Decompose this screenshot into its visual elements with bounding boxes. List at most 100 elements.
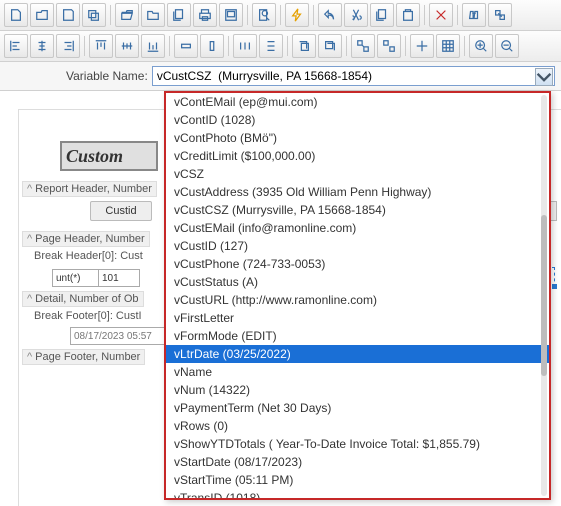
dropdown-item[interactable]: vName: [166, 363, 549, 381]
dropdown-item[interactable]: vCustURL (http://www.ramonline.com): [166, 291, 549, 309]
new-button[interactable]: [4, 3, 28, 27]
print-button[interactable]: [193, 3, 217, 27]
field-date[interactable]: 08/17/2023 05:57: [70, 327, 168, 345]
snap-button[interactable]: [410, 34, 434, 58]
band-break-header[interactable]: Break Header[0]: Cust: [30, 249, 147, 263]
dropdown-item[interactable]: vCustPhone (724-733-0053): [166, 255, 549, 273]
band-detail[interactable]: ^Detail, Number of Ob: [22, 291, 144, 307]
dropdown-item[interactable]: vContID (1028): [166, 111, 549, 129]
align-center-icon: [35, 39, 49, 53]
dropdown-item[interactable]: vFirstLetter: [166, 309, 549, 327]
find-doc-icon: [257, 8, 271, 22]
clone-button[interactable]: [167, 3, 191, 27]
align-center-button[interactable]: [30, 34, 54, 58]
dropdown-item[interactable]: vPaymentTerm (Net 30 Days): [166, 399, 549, 417]
dropdown-item[interactable]: vCustAddress (3935 Old William Penn High…: [166, 183, 549, 201]
same-height-button[interactable]: [200, 34, 224, 58]
grid-button[interactable]: [436, 34, 460, 58]
align-bottom-button[interactable]: [141, 34, 165, 58]
band-break-footer[interactable]: Break Footer[0]: CustI: [30, 309, 146, 323]
variable-name-label: Variable Name:: [6, 69, 148, 83]
replace-icon: [493, 8, 507, 22]
preview-icon: [224, 8, 238, 22]
variable-name-field: [152, 66, 555, 86]
send-back-button[interactable]: [318, 34, 342, 58]
same-width-button[interactable]: [174, 34, 198, 58]
copy-button[interactable]: [370, 3, 394, 27]
dropdown-item[interactable]: vFormMode (EDIT): [166, 327, 549, 345]
dist-h-icon: [238, 39, 252, 53]
align-top-icon: [94, 39, 108, 53]
band-page-header[interactable]: ^Page Header, Number: [22, 231, 150, 247]
zoom-out-button[interactable]: [495, 34, 519, 58]
toolbar-separator: [287, 36, 288, 56]
column-header-custid[interactable]: Custid: [90, 201, 152, 221]
save-all-button[interactable]: [82, 3, 106, 27]
toolbar-separator: [346, 36, 347, 56]
dropdown-item[interactable]: vCustEMail (info@ramonline.com): [166, 219, 549, 237]
dropdown-item[interactable]: vStartDate (08/17/2023): [166, 453, 549, 471]
dropdown-item[interactable]: vRows (0): [166, 417, 549, 435]
variable-dropdown-list: vContEMail (ep@mui.com)vContID (1028)vCo…: [164, 91, 551, 500]
variable-name-input[interactable]: [152, 66, 555, 86]
grid-icon: [441, 39, 455, 53]
send-back-icon: [323, 39, 337, 53]
toolbar-separator: [457, 5, 458, 25]
folder-button[interactable]: [141, 3, 165, 27]
align-top-button[interactable]: [89, 34, 113, 58]
band-report-header[interactable]: ^Report Header, Number: [22, 181, 157, 197]
dropdown-item[interactable]: vTransID (1018): [166, 489, 549, 500]
dropdown-scrollbar[interactable]: [541, 95, 547, 496]
print-icon: [198, 8, 212, 22]
same-height-icon: [205, 39, 219, 53]
dropdown-item[interactable]: vContEMail (ep@mui.com): [166, 93, 549, 111]
new-icon: [9, 8, 23, 22]
variable-name-row: Variable Name:: [0, 62, 561, 91]
zoom-out-icon: [500, 39, 514, 53]
group-button[interactable]: [351, 34, 375, 58]
dropdown-item[interactable]: vContPhoto (BMö"): [166, 129, 549, 147]
field-101[interactable]: 101: [98, 269, 140, 287]
delete-icon: [434, 8, 448, 22]
dropdown-item[interactable]: vCustCSZ (Murrysville, PA 15668-1854): [166, 201, 549, 219]
toolbar-align: [0, 31, 561, 62]
zoom-in-button[interactable]: [469, 34, 493, 58]
open-folder-button[interactable]: [115, 3, 139, 27]
align-right-button[interactable]: [56, 34, 80, 58]
customer-heading-box[interactable]: Custom: [60, 141, 158, 171]
binoculars-button[interactable]: [462, 3, 486, 27]
open-button[interactable]: [30, 3, 54, 27]
chevron-down-icon: [536, 69, 552, 85]
dist-h-button[interactable]: [233, 34, 257, 58]
preview-button[interactable]: [219, 3, 243, 27]
field-unt[interactable]: unt(*): [52, 269, 100, 287]
dropdown-item[interactable]: vShowYTDTotals ( Year-To-Date Invoice To…: [166, 435, 549, 453]
bolt-button[interactable]: [285, 3, 309, 27]
dropdown-item[interactable]: vStartTime (05:11 PM): [166, 471, 549, 489]
dropdown-item[interactable]: vCustStatus (A): [166, 273, 549, 291]
clone-icon: [172, 8, 186, 22]
toolbar-separator: [405, 36, 406, 56]
bring-front-button[interactable]: [292, 34, 316, 58]
save-button[interactable]: [56, 3, 80, 27]
dist-v-button[interactable]: [259, 34, 283, 58]
undo-button[interactable]: [318, 3, 342, 27]
dropdown-item[interactable]: vLtrDate (03/25/2022): [166, 345, 549, 363]
delete-button[interactable]: [429, 3, 453, 27]
find-doc-button[interactable]: [252, 3, 276, 27]
cut-button[interactable]: [344, 3, 368, 27]
align-middle-button[interactable]: [115, 34, 139, 58]
dropdown-item[interactable]: vCustID (127): [166, 237, 549, 255]
save-all-icon: [87, 8, 101, 22]
replace-button[interactable]: [488, 3, 512, 27]
dropdown-item[interactable]: vCreditLimit ($100,000.00): [166, 147, 549, 165]
paste-button[interactable]: [396, 3, 420, 27]
band-page-footer[interactable]: ^Page Footer, Number: [22, 349, 145, 365]
dropdown-item[interactable]: vCSZ: [166, 165, 549, 183]
ungroup-button[interactable]: [377, 34, 401, 58]
align-left-button[interactable]: [4, 34, 28, 58]
bolt-icon: [290, 8, 304, 22]
dropdown-item[interactable]: vNum (14322): [166, 381, 549, 399]
open-icon: [35, 8, 49, 22]
variable-dropdown-button[interactable]: [535, 68, 553, 86]
